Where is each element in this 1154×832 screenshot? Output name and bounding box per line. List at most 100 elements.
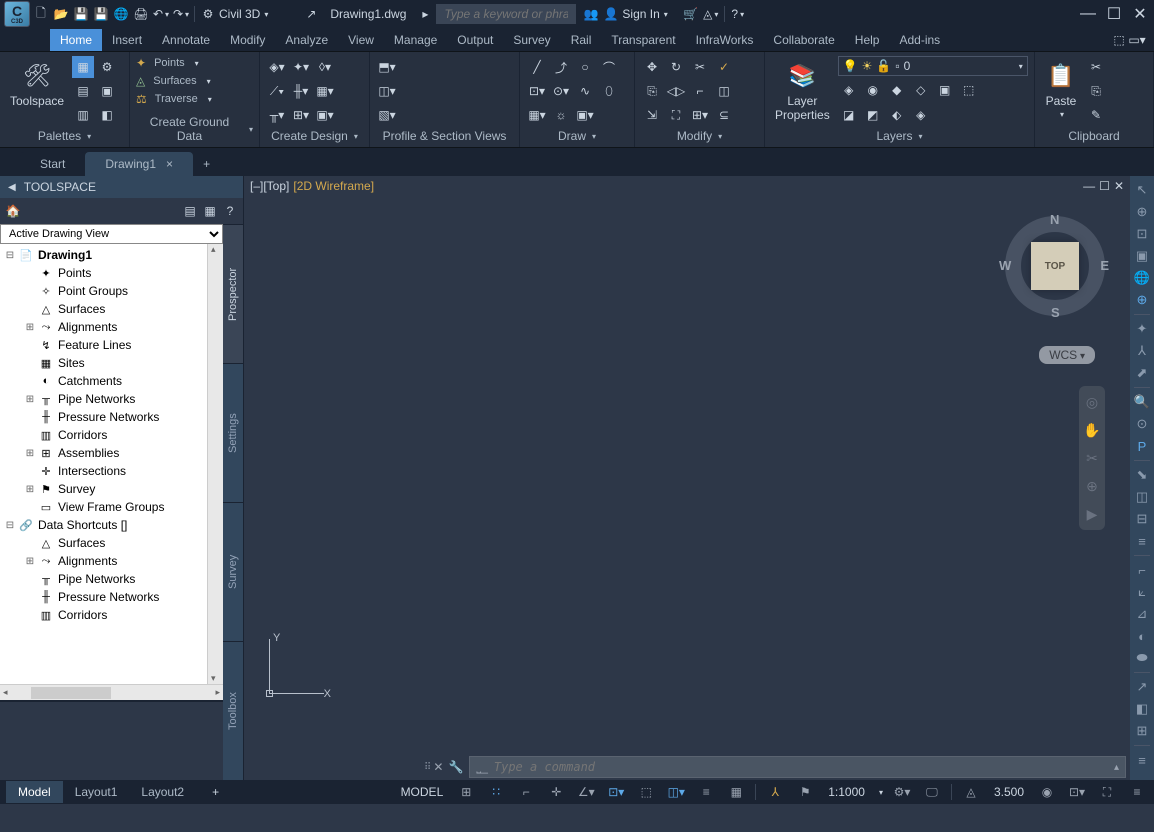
tree-item[interactable]: ◐Catchments (0, 372, 223, 390)
viewcube-east[interactable]: E (1100, 258, 1109, 273)
sb-hardware-icon[interactable]: ◉ (1036, 781, 1058, 803)
rtool-7[interactable]: ✦ (1132, 319, 1152, 339)
layout-tab-layout2[interactable]: Layout2 (129, 781, 196, 803)
toolspace-header[interactable]: ◀ TOOLSPACE (0, 176, 243, 198)
tree-item[interactable]: ▥Corridors (0, 606, 223, 624)
rtool-13[interactable]: ⬊ (1132, 465, 1152, 485)
layer-combo[interactable]: 💡 ☀ 🔓 ▫ 0 ▾ (838, 56, 1028, 76)
rtool-23[interactable]: ◧ (1132, 699, 1152, 719)
points-dropdown[interactable]: ✦Points▾ (136, 56, 212, 70)
draw-arc[interactable]: ⌒ (598, 56, 620, 78)
add-tab-button[interactable]: + (193, 152, 220, 176)
tree-item[interactable]: ⊟🔗Data Shortcuts [] (0, 516, 223, 534)
wcs-badge[interactable]: WCS ▾ (1039, 346, 1095, 364)
profile-btn-1[interactable]: ⬒▾ (376, 56, 398, 78)
help-icon[interactable]: ?▾ (729, 5, 747, 23)
tree-item[interactable]: ↯Feature Lines (0, 336, 223, 354)
tree-item[interactable]: ⊞╥Pipe Networks (0, 390, 223, 408)
draw-line[interactable]: ╱ (526, 56, 548, 78)
draw-5[interactable]: ⊡▾ (526, 80, 548, 102)
gear-icon[interactable]: ⚙ (199, 5, 217, 23)
rtool-11[interactable]: ⊙ (1132, 414, 1152, 434)
vp-maximize-icon[interactable]: ☐ (1099, 179, 1110, 193)
layout-tab-layout1[interactable]: Layout1 (63, 781, 130, 803)
sb-grid-icon[interactable]: ⊞ (455, 781, 477, 803)
sb-osnap-icon[interactable]: ⊡▾ (605, 781, 627, 803)
sb-annoscale-icon[interactable]: ⅄ (764, 781, 786, 803)
command-input[interactable] (494, 760, 1108, 774)
filetab-drawing1[interactable]: Drawing1× (85, 152, 193, 176)
rtool-6[interactable]: ⊕ (1132, 290, 1152, 310)
modify-copy[interactable]: ⎘ (641, 80, 663, 102)
rtool-9[interactable]: ⬈ (1132, 363, 1152, 383)
panel-modify-title[interactable]: Modify▾ (641, 127, 758, 145)
redo-icon[interactable]: ↷▾ (172, 5, 190, 23)
nav-wheel-icon[interactable]: ◎ (1082, 392, 1102, 412)
profile-btn-2[interactable]: ◫▾ (376, 80, 398, 102)
menu-add-ins[interactable]: Add-ins (889, 29, 950, 51)
filetab-start[interactable]: Start (20, 152, 85, 176)
add-layout-button[interactable]: + (204, 781, 227, 803)
modify-trim[interactable]: ✂ (689, 56, 711, 78)
nav-orbit-icon[interactable]: ⊕ (1082, 476, 1102, 496)
visual-style-label[interactable]: [2D Wireframe] (293, 179, 374, 193)
menu-output[interactable]: Output (447, 29, 503, 51)
modify-stretch[interactable]: ⇲ (641, 104, 663, 126)
viewcube-west[interactable]: W (999, 258, 1011, 273)
tree-item[interactable]: ⊞⚑Survey (0, 480, 223, 498)
draw-9[interactable]: ▦▾ (526, 104, 548, 126)
rtool-22[interactable]: ↗ (1132, 677, 1152, 697)
profile-btn-3[interactable]: ▧▾ (376, 104, 398, 126)
tree-item[interactable]: ╥Pipe Networks (0, 570, 223, 588)
modify-4[interactable]: ✓ (713, 56, 735, 78)
panel-design-title[interactable]: Create Design▾ (266, 127, 363, 145)
palette-btn-1[interactable]: ▦ (72, 56, 94, 78)
rtool-21[interactable]: ⬬ (1132, 648, 1152, 668)
design-btn-5[interactable]: ╫▾ (290, 80, 312, 102)
sb-otrack-icon[interactable]: ◫▾ (665, 781, 687, 803)
user-icon[interactable]: 👤 (602, 5, 620, 23)
menu-insert[interactable]: Insert (102, 29, 152, 51)
panel-layers-title[interactable]: Layers▾ (771, 127, 1028, 145)
modify-move[interactable]: ✥ (641, 56, 663, 78)
draw-7[interactable]: ∿ (574, 80, 596, 102)
rtool-4[interactable]: ▣ (1132, 246, 1152, 266)
sb-monitor-icon[interactable]: 🖵 (921, 781, 943, 803)
vp-close-icon[interactable]: ✕ (1114, 179, 1124, 193)
sb-polar-icon[interactable]: ✛ (545, 781, 567, 803)
tree-vscrollbar[interactable] (207, 244, 223, 684)
menu-view[interactable]: View (338, 29, 384, 51)
cut-icon[interactable]: ✂ (1085, 56, 1107, 78)
tree-item[interactable]: △Surfaces (0, 534, 223, 552)
layer-tool-9[interactable]: ⬖ (886, 104, 908, 126)
modify-mirror[interactable]: ◁▷ (665, 80, 687, 102)
rtool-12[interactable]: P (1132, 436, 1152, 456)
app-logo[interactable]: CC3D (4, 1, 30, 27)
tree-item[interactable]: △Surfaces (0, 300, 223, 318)
design-btn-2[interactable]: ✦▾ (290, 56, 312, 78)
sb-3dosnap-icon[interactable]: ⬚ (635, 781, 657, 803)
viewcube-face[interactable]: TOP (1031, 242, 1079, 290)
web-icon[interactable]: 🌐 (112, 5, 130, 23)
layer-tool-1[interactable]: ◈ (838, 79, 860, 101)
draw-6[interactable]: ⊙▾ (550, 80, 572, 102)
menu-rail[interactable]: Rail (561, 29, 602, 51)
view-select[interactable]: Active Drawing View (0, 224, 223, 244)
palette-btn-6[interactable]: ◧ (96, 104, 118, 126)
design-btn-1[interactable]: ◈▾ (266, 56, 288, 78)
sidetab-prospector[interactable]: Prospector (223, 224, 243, 363)
tree-item[interactable]: ⊞⊞Assemblies (0, 444, 223, 462)
menu-transparent[interactable]: Transparent (601, 29, 685, 51)
sb-lweight-icon[interactable]: ≡ (695, 781, 717, 803)
open-icon[interactable]: 📂 (52, 5, 70, 23)
tree-item[interactable]: ▭View Frame Groups (0, 498, 223, 516)
rtool-1[interactable]: ↖ (1132, 180, 1152, 200)
layer-tool-3[interactable]: ◆ (886, 79, 908, 101)
menu-modify[interactable]: Modify (220, 29, 275, 51)
modify-array[interactable]: ⊞▾ (689, 104, 711, 126)
draw-polyline[interactable]: ⤴ (550, 56, 572, 78)
toolspace-home-icon[interactable]: 🏠 (4, 202, 22, 220)
save-icon[interactable]: 💾 (72, 5, 90, 23)
ucs-icon[interactable]: Y X (259, 634, 329, 704)
sb-clean-icon[interactable]: ⛶ (1096, 781, 1118, 803)
